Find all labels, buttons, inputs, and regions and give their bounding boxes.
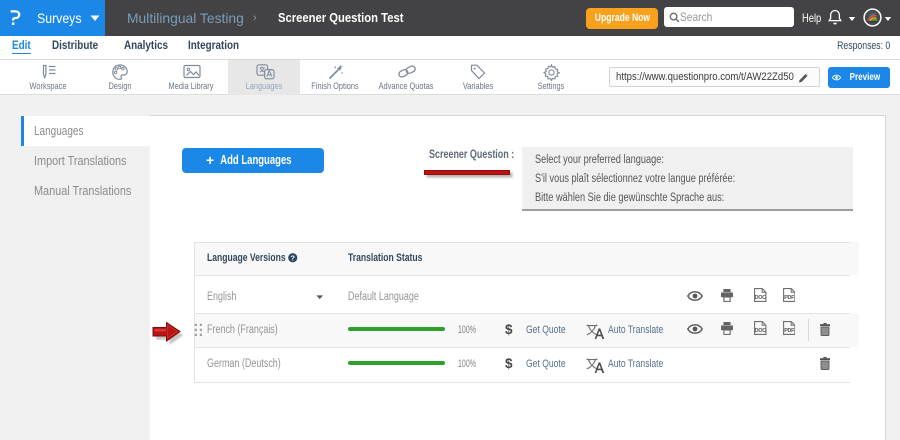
svg-text:DOC: DOC: [755, 327, 766, 333]
svg-text:DOC: DOC: [755, 294, 766, 300]
svg-text:?: ?: [291, 254, 295, 262]
svg-text:PDF: PDF: [784, 327, 795, 333]
svg-text:PDF: PDF: [784, 294, 795, 300]
